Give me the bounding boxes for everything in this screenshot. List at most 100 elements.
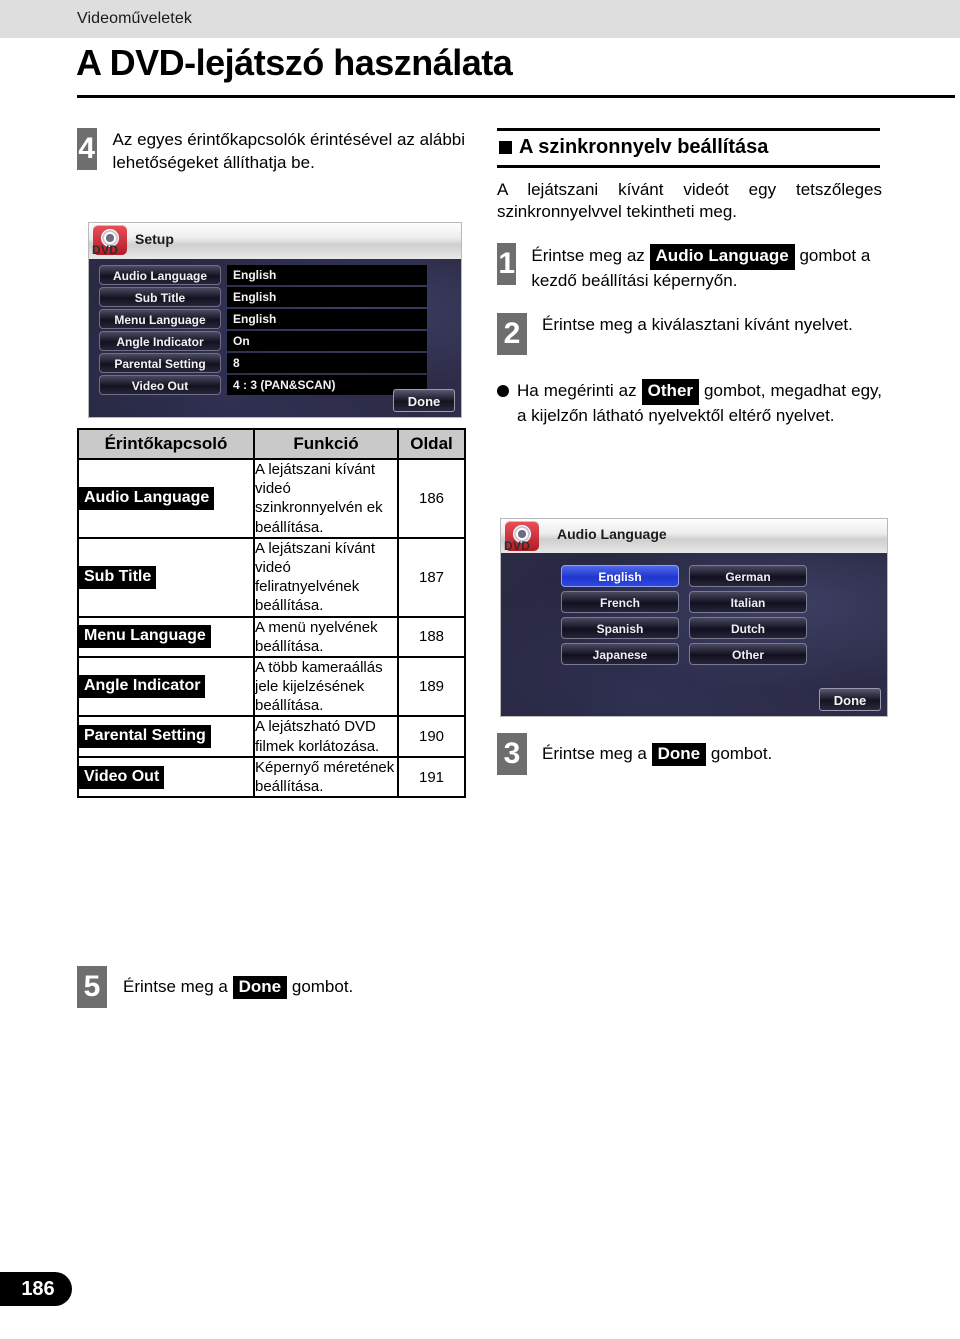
section-heading-text: A szinkronnyelv beállítása [519, 136, 769, 158]
function-table: Érintőkapcsoló Funkció Oldal Audio Langu… [77, 428, 466, 799]
table-header-page: Oldal [397, 428, 466, 460]
dvd-label: DVD [92, 243, 119, 257]
setup-value-parental-setting: 8 [227, 353, 427, 373]
step-5-badge: 5 [77, 966, 107, 1008]
step-5-text: Érintse meg a Done gombot. [123, 975, 354, 999]
language-button-german[interactable]: German [689, 565, 807, 587]
language-button-italian[interactable]: Italian [689, 591, 807, 613]
setup-screen-title: Setup [135, 231, 174, 247]
table-cell-function: A menü nyelvének beállítása. [253, 615, 399, 658]
step-1-block: 1 Érintse meg az Audio Language gombot a… [497, 243, 887, 293]
table-cell-page: 186 [397, 458, 466, 539]
table-cell-page: 187 [397, 536, 466, 618]
table-row: Audio Language A lejátszani kívánt videó… [77, 458, 466, 539]
section-label: Videoműveletek [77, 10, 192, 27]
audio-screen-body: English German French Italian Spanish Du… [501, 553, 887, 716]
section-intro: A lejátszani kívánt videót egy tetszőleg… [497, 180, 882, 222]
table-cell-page: 191 [397, 755, 466, 799]
table-cell-key: Menu Language [77, 615, 255, 658]
page-title: A DVD-lejátszó használata [76, 42, 513, 83]
step-1-text-before: Érintse meg az [531, 246, 645, 266]
setup-row: Angle Indicator On [99, 331, 427, 351]
setup-key-video-out[interactable]: Video Out [99, 375, 221, 395]
setup-key-sub-title[interactable]: Sub Title [99, 287, 221, 307]
setup-done-button[interactable]: Done [393, 389, 455, 412]
setup-key-audio-language[interactable]: Audio Language [99, 265, 221, 285]
table-cell-function: A lejátszható DVD filmek korlátozása. [253, 715, 399, 758]
section-rule-bottom [497, 165, 880, 168]
language-button-other[interactable]: Other [689, 643, 807, 665]
table-row: Menu Language A menü nyelvének beállítás… [77, 615, 466, 658]
setup-row: Video Out 4 : 3 (PAN&SCAN) [99, 375, 427, 395]
setup-row: Sub Title English [99, 287, 427, 307]
step-3-text: Érintse meg a Done gombot. [542, 742, 773, 766]
setup-key-angle-indicator[interactable]: Angle Indicator [99, 331, 221, 351]
key-badge-audio-language: Audio Language [79, 486, 215, 510]
audio-titlebar: DVD Audio Language [501, 519, 887, 554]
setup-row: Parental Setting 8 [99, 353, 427, 373]
table-cell-key: Sub Title [77, 536, 255, 618]
table-cell-function: A lejátszani kívánt videó szinkronnyelvé… [253, 458, 399, 539]
setup-value-audio-language: English [227, 265, 427, 285]
dvd-audio-language-screen: DVD Audio Language English German French… [500, 518, 888, 717]
setup-value-menu-language: English [227, 309, 427, 329]
language-button-grid: English German French Italian Spanish Du… [561, 565, 807, 665]
table-cell-key: Audio Language [77, 458, 255, 539]
step-1-text: Érintse meg az Audio Language gombot a k… [531, 243, 887, 293]
table-row: Angle Indicator A több kameraállás jele … [77, 655, 466, 718]
table-cell-page: 189 [397, 655, 466, 718]
note-text: Ha megérinti az Other gombot, megadhat e… [517, 379, 882, 427]
key-badge-menu-language: Menu Language [79, 625, 211, 649]
step-4-text: Az egyes érintőkapcsolók érintésével az … [112, 130, 466, 172]
title-divider [77, 95, 955, 98]
setup-key-menu-language[interactable]: Menu Language [99, 309, 221, 329]
language-button-dutch[interactable]: Dutch [689, 617, 807, 639]
table-cell-page: 188 [397, 615, 466, 658]
step-3-done-button-ref: Done [651, 742, 707, 766]
step-2-text: Érintse meg a kiválasztani kívánt nyelve… [542, 315, 853, 335]
setup-titlebar: DVD Setup [89, 223, 461, 260]
table-cell-key: Angle Indicator [77, 655, 255, 718]
table-cell-function: A lejátszani kívánt videó feliratnyelvén… [253, 536, 399, 618]
step-3-text-before: Érintse meg a [542, 743, 647, 763]
setup-row: Audio Language English [99, 265, 427, 285]
step-3-text-after: gombot. [710, 743, 773, 763]
setup-key-parental-setting[interactable]: Parental Setting [99, 353, 221, 373]
language-button-french[interactable]: French [561, 591, 679, 613]
step-5-block: 5 Érintse meg a Done gombot. [77, 966, 353, 1008]
step-1-audio-language-button-ref: Audio Language [649, 244, 795, 271]
right-column: A szinkronnyelv beállítása A lejátszani … [497, 128, 887, 427]
step-4-badge: 4 [77, 128, 97, 170]
round-bullet-icon [497, 385, 509, 398]
audio-done-button[interactable]: Done [819, 688, 881, 711]
step-3-badge: 3 [497, 733, 527, 775]
language-button-japanese[interactable]: Japanese [561, 643, 679, 665]
key-badge-parental-setting: Parental Setting [79, 725, 211, 749]
key-badge-sub-title: Sub Title [79, 565, 157, 589]
step-1-badge: 1 [497, 243, 517, 286]
section-heading: A szinkronnyelv beállítása [497, 131, 887, 163]
setup-value-sub-title: English [227, 287, 427, 307]
note-block: Ha megérinti az Other gombot, megadhat e… [497, 379, 887, 427]
table-header-touch-switch: Érintőkapcsoló [77, 428, 255, 460]
setup-screen-body: Audio Language English Sub Title English M… [89, 259, 461, 417]
table-cell-function: A több kameraállás jele kijelzésének beá… [253, 655, 399, 718]
table-header-row: Érintőkapcsoló Funkció Oldal [77, 428, 466, 460]
table-header-function: Funkció [253, 428, 399, 460]
table-row: Parental Setting A lejátszható DVD filme… [77, 715, 466, 758]
square-bullet-icon [499, 141, 512, 154]
table-row: Sub Title A lejátszani kívánt videó feli… [77, 536, 466, 618]
setup-value-angle-indicator: On [227, 331, 427, 351]
language-button-english[interactable]: English [561, 565, 679, 587]
dvd-label: DVD [504, 539, 531, 553]
setup-options-list: Audio Language English Sub Title English M… [99, 265, 427, 397]
table-cell-key: Video Out [77, 755, 255, 799]
setup-row: Menu Language English [99, 309, 427, 329]
step-5-text-after: gombot. [291, 976, 354, 996]
step-2-block: 2 Érintse meg a kiválasztani kívánt nyel… [497, 313, 887, 356]
step-4-block: 4 Az egyes érintőkapcsolók érintésével a… [77, 128, 477, 174]
key-badge-video-out: Video Out [79, 765, 165, 789]
note-other-button-ref: Other [641, 379, 700, 405]
dvd-setup-screen: DVD Setup Audio Language English Sub Titl… [88, 222, 462, 418]
language-button-spanish[interactable]: Spanish [561, 617, 679, 639]
